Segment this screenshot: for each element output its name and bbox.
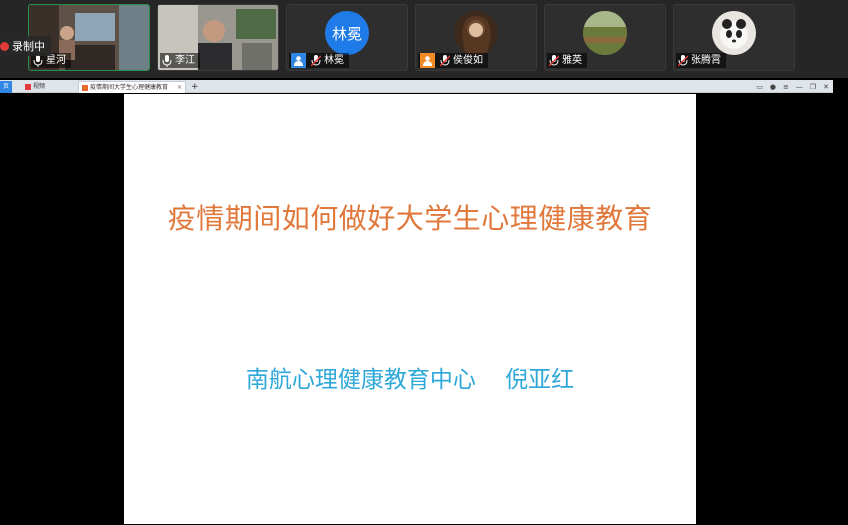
participant-nameplate: 林冕 [289,53,349,68]
recording-label: 录制中 [12,40,45,53]
video-site-icon [25,84,31,90]
participant-tile[interactable]: 张腾霄 [673,4,795,71]
microphone-muted-icon [440,54,450,66]
participant-name: 林冕 [324,55,344,66]
browser-tab[interactable]: 视频 [22,81,48,93]
microphone-muted-icon [678,54,688,66]
recording-dot-icon [0,41,9,51]
participant-nameplate: 雅英 [547,53,587,68]
reader-icon[interactable]: ▭ [756,83,763,91]
recording-indicator[interactable]: 录制中 [0,36,51,56]
menu-icon[interactable]: ≡ [783,83,789,91]
close-icon[interactable]: × [177,82,182,94]
user-icon [420,53,435,68]
participant-tile[interactable]: 雅英 [544,4,666,71]
microphone-icon [33,54,43,67]
avatar [712,11,756,55]
microphone-muted-icon [311,54,321,66]
restore-icon[interactable]: ❐ [810,83,816,91]
avatar [454,11,498,55]
minimize-icon[interactable]: — [796,83,803,91]
participant-name: 侯俊如 [453,55,483,66]
profile-icon[interactable]: ● [770,83,776,91]
participant-strip: 星河 李江 林冕 林冕 侯俊如 雅英 张腾霄 录制中 [0,0,848,78]
slide-title: 疫情期间如何做好大学生心理健康教育 [167,202,653,235]
slide-subtitle: 南航心理健康教育中心 倪亚红 [245,367,575,393]
participant-nameplate: 侯俊如 [418,53,488,68]
microphone-muted-icon [549,54,559,66]
window-controls: ▭ ● ≡ — ❐ ✕ [756,80,829,93]
participant-nameplate: 李江 [160,53,200,68]
participant-nameplate: 张腾霄 [676,53,726,68]
tab-label: 视频 [33,83,46,90]
user-icon [291,53,306,68]
participant-tile[interactable]: 林冕 林冕 [286,4,408,71]
meeting-window: 星河 李江 林冕 林冕 侯俊如 雅英 张腾霄 录制中 页 视频 疫情期间大学生心… [0,0,848,525]
shared-browser-tabbar: 页 视频 疫情期间大学生心理健康教育 × + ▭ ● ≡ — ❐ ✕ [0,80,833,93]
participant-name: 张腾霄 [691,55,721,66]
tab-label: 页 [3,83,10,90]
tab-label: 疫情期间大学生心理健康教育 [90,83,169,91]
browser-tab-active[interactable]: 疫情期间大学生心理健康教育 × [78,81,186,93]
browser-tab[interactable]: 页 [0,81,13,93]
participant-name: 李江 [175,55,195,66]
avatar: 林冕 [325,11,369,55]
avatar [583,11,627,55]
close-window-icon[interactable]: ✕ [823,83,829,91]
participant-tile[interactable]: 侯俊如 [415,4,537,71]
participant-tile[interactable]: 李江 [157,4,279,71]
slide-icon [82,84,88,91]
participant-name: 雅英 [562,55,582,66]
new-tab-button[interactable]: + [188,81,202,93]
presentation-slide: 疫情期间如何做好大学生心理健康教育 南航心理健康教育中心 倪亚红 [124,94,696,524]
microphone-icon [162,54,172,67]
